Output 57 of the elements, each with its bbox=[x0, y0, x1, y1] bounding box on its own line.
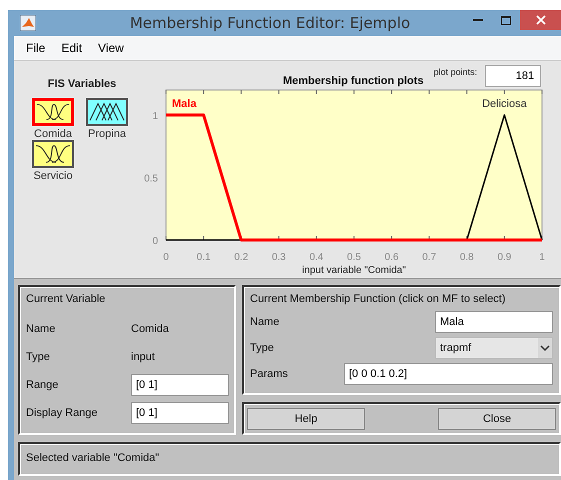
field-label: Range bbox=[26, 379, 60, 391]
status-text: Selected variable "Comida" bbox=[26, 452, 160, 464]
variable-label: Propina bbox=[88, 128, 126, 140]
field-label: Display Range bbox=[26, 407, 99, 419]
plot-points-field[interactable]: 181 bbox=[485, 65, 542, 87]
x-tick-label: 0.8 bbox=[460, 252, 474, 263]
membership-label: Deliciosa bbox=[482, 98, 527, 110]
mf-params-field[interactable]: [0 0 0.1 0.2] bbox=[344, 363, 553, 385]
field-label: Params bbox=[250, 368, 288, 380]
x-tick-label: 0 bbox=[163, 252, 169, 263]
chevron-down-icon bbox=[538, 338, 552, 358]
fis-variables-heading: FIS Variables bbox=[48, 78, 116, 90]
minimize-icon bbox=[473, 19, 483, 21]
variable-label: Servicio bbox=[33, 170, 73, 182]
variable-icon[interactable] bbox=[32, 98, 74, 126]
chart-title: Membership function plots bbox=[283, 75, 424, 87]
field-label: Type bbox=[26, 351, 51, 363]
mf-name-field[interactable]: Mala bbox=[435, 311, 553, 333]
x-tick-label: 0.5 bbox=[347, 252, 361, 263]
y-tick-label: 0 bbox=[152, 236, 158, 247]
membership-line[interactable] bbox=[166, 114, 542, 242]
mf-type-select[interactable]: trapmf bbox=[435, 337, 553, 359]
variable-type: input bbox=[131, 351, 156, 363]
field-label: Type bbox=[250, 342, 274, 354]
menu-item[interactable]: File bbox=[20, 40, 52, 55]
variable-icon[interactable] bbox=[32, 140, 74, 168]
x-tick-label: 0.7 bbox=[422, 252, 436, 263]
variable-icon[interactable] bbox=[86, 98, 128, 126]
y-tick-label: 0.5 bbox=[144, 174, 158, 184]
x-tick-label: 1 bbox=[539, 252, 545, 263]
x-tick-label: 0.1 bbox=[196, 252, 211, 263]
display-range-field[interactable]: [0 1] bbox=[131, 402, 229, 424]
variable-label: Comida bbox=[34, 128, 72, 140]
x-tick-label: 0.9 bbox=[497, 252, 512, 263]
range-field[interactable]: [0 1] bbox=[131, 374, 229, 396]
menu-item[interactable]: View bbox=[92, 40, 130, 55]
dialog-button[interactable]: Help bbox=[247, 408, 365, 430]
close-button[interactable] bbox=[520, 10, 561, 30]
field-label: Name bbox=[250, 316, 280, 328]
panel-title: Current Membership Function (click on MF to select) bbox=[250, 293, 507, 305]
x-tick-label: 0.4 bbox=[309, 252, 324, 263]
y-tick-label: 1 bbox=[152, 111, 158, 122]
x-tick-label: 0.6 bbox=[384, 252, 399, 263]
close-icon bbox=[536, 15, 546, 25]
plot-points-label: plot points: bbox=[434, 67, 478, 77]
app-logo-icon bbox=[20, 14, 36, 31]
x-tick-label: 0.3 bbox=[272, 252, 286, 263]
menu-item[interactable]: Edit bbox=[55, 40, 88, 55]
field-label: Name bbox=[26, 323, 56, 335]
maximize-icon bbox=[501, 16, 511, 24]
membership-label: Mala bbox=[172, 98, 196, 110]
dialog-button[interactable]: Close bbox=[438, 408, 556, 430]
panel-title: Current Variable bbox=[26, 293, 106, 305]
x-axis-label: input variable "Comida" bbox=[302, 265, 406, 276]
x-tick-label: 0.2 bbox=[234, 252, 248, 263]
variable-name: Comida bbox=[131, 323, 170, 335]
window-title: Membership Function Editor: Ejemplo bbox=[128, 14, 412, 32]
